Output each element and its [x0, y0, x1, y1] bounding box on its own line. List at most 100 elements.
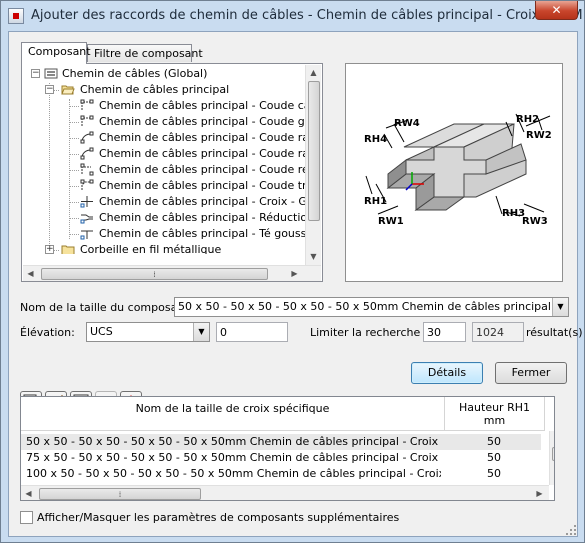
window-title: Ajouter des raccords de chemin de câbles… [31, 8, 583, 23]
tree-item[interactable]: Chemin de câbles principal - Coude rayon [24, 130, 315, 146]
sizes-table[interactable]: Nom de la taille de croix spécifique Hau… [20, 396, 555, 501]
scroll-thumb[interactable]: ⁞ [39, 488, 201, 500]
details-button[interactable]: Détails [411, 362, 483, 384]
reducer-icon [80, 214, 93, 224]
scroll-thumb[interactable] [308, 81, 320, 221]
scroll-down-icon[interactable]: ▼ [306, 249, 321, 264]
component-tree[interactable]: − Chemin de câbles (Global) − Chemin de … [24, 66, 315, 254]
elevation-input[interactable]: 0 [216, 322, 288, 342]
row-name: 75 x 50 - 50 x 50 - 50 x 50 - 50 x 50mm … [26, 451, 441, 464]
cross-fitting-diagram: RW4 RH4 RH2 RW2 RH1 RW1 RH3 RW3 [346, 64, 562, 281]
cross-fitting-icon [80, 196, 93, 208]
table-row[interactable]: 75 x 50 - 50 x 50 - 50 x 50 - 50 x 50mm … [21, 450, 541, 466]
scroll-up-icon[interactable]: ▲ [550, 431, 554, 446]
search-limit-input[interactable]: 30 [423, 322, 466, 342]
collapse-icon[interactable]: − [31, 69, 40, 78]
scroll-thumb[interactable] [552, 447, 554, 461]
rh2-label: RH2 [516, 114, 539, 125]
result-count: 1024 [472, 322, 524, 342]
close-window-button[interactable]: ✕ [535, 1, 578, 20]
title-bar[interactable]: Ajouter des raccords de chemin de câbles… [1, 1, 584, 31]
tree-group[interactable]: − Chemin de câbles principal [24, 82, 314, 98]
tree-item-label: Chemin de câbles principal - Coude gouss… [99, 115, 315, 128]
rh1-label: RH1 [364, 196, 387, 207]
resize-grip-icon[interactable] [565, 524, 577, 536]
rw3-label: RW3 [522, 216, 548, 227]
row-rh1: 50 [487, 451, 501, 464]
dialog-window: Ajouter des raccords de chemin de câbles… [0, 0, 585, 543]
elevation-mode-value: UCS [90, 325, 113, 338]
tree-item[interactable]: Chemin de câbles principal - Coude gouss… [24, 114, 315, 130]
tree-item-label: Chemin de câbles principal - Coude trois… [99, 179, 315, 192]
tree-root[interactable]: − Chemin de câbles (Global) [24, 66, 314, 82]
tree-group[interactable]: + Corbeille en fil métallique [24, 242, 314, 254]
app-icon [8, 8, 24, 24]
tree-item-label: Chemin de câbles principal - Coude carré [99, 99, 315, 112]
tree-item[interactable]: Chemin de câbles principal - Coude réduc… [24, 162, 315, 178]
tree-item[interactable]: Chemin de câbles principal - Réduction -… [24, 210, 315, 226]
tree-root-label: Chemin de câbles (Global) [62, 67, 208, 80]
tree-item-label: Chemin de câbles principal - Réduction -… [99, 211, 315, 224]
elevation-label: Élévation: [20, 326, 75, 339]
collapse-icon[interactable]: − [45, 85, 54, 94]
tee-fitting-icon [80, 230, 93, 240]
results-suffix: résultat(s) [526, 326, 583, 339]
folder-icon [61, 245, 75, 254]
tree-item[interactable]: Chemin de câbles principal - Coude rayon [24, 146, 315, 162]
scroll-left-icon[interactable]: ◀ [21, 486, 36, 500]
scroll-right-icon[interactable]: ▶ [287, 266, 302, 281]
tree-item-label: Chemin de câbles principal - Croix - GBM [99, 195, 315, 208]
chevron-down-icon[interactable]: ▼ [552, 298, 568, 316]
row-name: 100 x 50 - 50 x 50 - 50 x 50 - 50 x 50mm… [26, 467, 441, 480]
tree-group-label: Corbeille en fil métallique [80, 243, 222, 254]
elbow-fitting-icon [80, 99, 94, 110]
tree-horizontal-scrollbar[interactable]: ◀ ⁞ ▶ [23, 265, 321, 281]
size-dropdown[interactable]: 50 x 50 - 50 x 50 - 50 x 50 - 50 x 50mm … [174, 297, 569, 317]
fitting-preview: RW4 RH4 RH2 RW2 RH1 RW1 RH3 RW3 [345, 63, 563, 282]
table-horizontal-scrollbar[interactable]: ◀ ⁞ ▶ [21, 485, 549, 500]
dialog-body: Composant Filtre de composant − Chemin d… [8, 31, 583, 537]
tree-item[interactable]: Chemin de câbles principal - Té gousset … [24, 226, 315, 242]
scroll-right-icon[interactable]: ▶ [532, 486, 547, 500]
row-rh1: 50 [487, 467, 501, 480]
tab-filtre-composant[interactable]: Filtre de composant [87, 44, 203, 62]
tree-item-label: Chemin de câbles principal - Coude rayon [99, 131, 315, 144]
elevation-mode-dropdown[interactable]: UCS ▼ [86, 322, 210, 342]
tab-composant[interactable]: Composant [21, 42, 91, 64]
scroll-left-icon[interactable]: ◀ [23, 266, 38, 281]
radius-elbow-icon [80, 131, 94, 144]
column-header-name[interactable]: Nom de la taille de croix spécifique [21, 397, 445, 431]
tray-group-icon [44, 68, 58, 79]
component-panel: − Chemin de câbles (Global) − Chemin de … [21, 63, 323, 282]
tree-item[interactable]: Chemin de câbles principal - Coude carré [24, 98, 315, 114]
size-value: 50 x 50 - 50 x 50 - 50 x 50 - 50 x 50mm … [178, 300, 568, 313]
radius-elbow-icon [80, 147, 94, 160]
chevron-down-icon[interactable]: ▼ [193, 323, 209, 341]
expand-icon[interactable]: + [45, 245, 54, 254]
scroll-thumb[interactable]: ⁞ [41, 268, 268, 280]
row-rh1: 50 [487, 435, 501, 448]
tree-item-selected[interactable]: Chemin de câbles principal - Croix - GBM [24, 194, 315, 210]
table-row[interactable]: 50 x 50 - 50 x 50 - 50 x 50 - 50 x 50mm … [21, 434, 541, 450]
table-vertical-scrollbar[interactable]: ▲ ▼ [549, 431, 554, 485]
size-label: Nom de la taille du composant: [20, 301, 193, 314]
reducing-elbow-icon [80, 163, 94, 176]
three-section-elbow-icon [80, 179, 94, 190]
tree-item-label: Chemin de câbles principal - Coude réduc… [99, 163, 315, 176]
rw4-label: RW4 [394, 118, 420, 129]
column-header-rh1[interactable]: Hauteur RH1 mm [445, 397, 545, 431]
rh4-label: RH4 [364, 134, 387, 145]
tree-vertical-scrollbar[interactable]: ▲ ▼ [305, 65, 321, 265]
row-name: 50 x 50 - 50 x 50 - 50 x 50 - 50 x 50mm … [26, 435, 441, 448]
scroll-up-icon[interactable]: ▲ [306, 65, 321, 80]
table-row[interactable]: 100 x 50 - 50 x 50 - 50 x 50 - 50 x 50mm… [21, 466, 541, 482]
tree-item-label: Chemin de câbles principal - Coude rayon [99, 147, 315, 160]
show-params-label[interactable]: Afficher/Masquer les paramètres de compo… [37, 511, 399, 524]
scroll-down-icon[interactable]: ▼ [550, 469, 554, 484]
show-params-checkbox[interactable] [20, 511, 33, 524]
search-limit-label: Limiter la recherche à: [310, 326, 435, 339]
tree-item-label: Chemin de câbles principal - Té gousset … [99, 227, 315, 240]
open-folder-icon [61, 85, 75, 95]
tree-item[interactable]: Chemin de câbles principal - Coude trois… [24, 178, 315, 194]
close-button[interactable]: Fermer [495, 362, 567, 384]
